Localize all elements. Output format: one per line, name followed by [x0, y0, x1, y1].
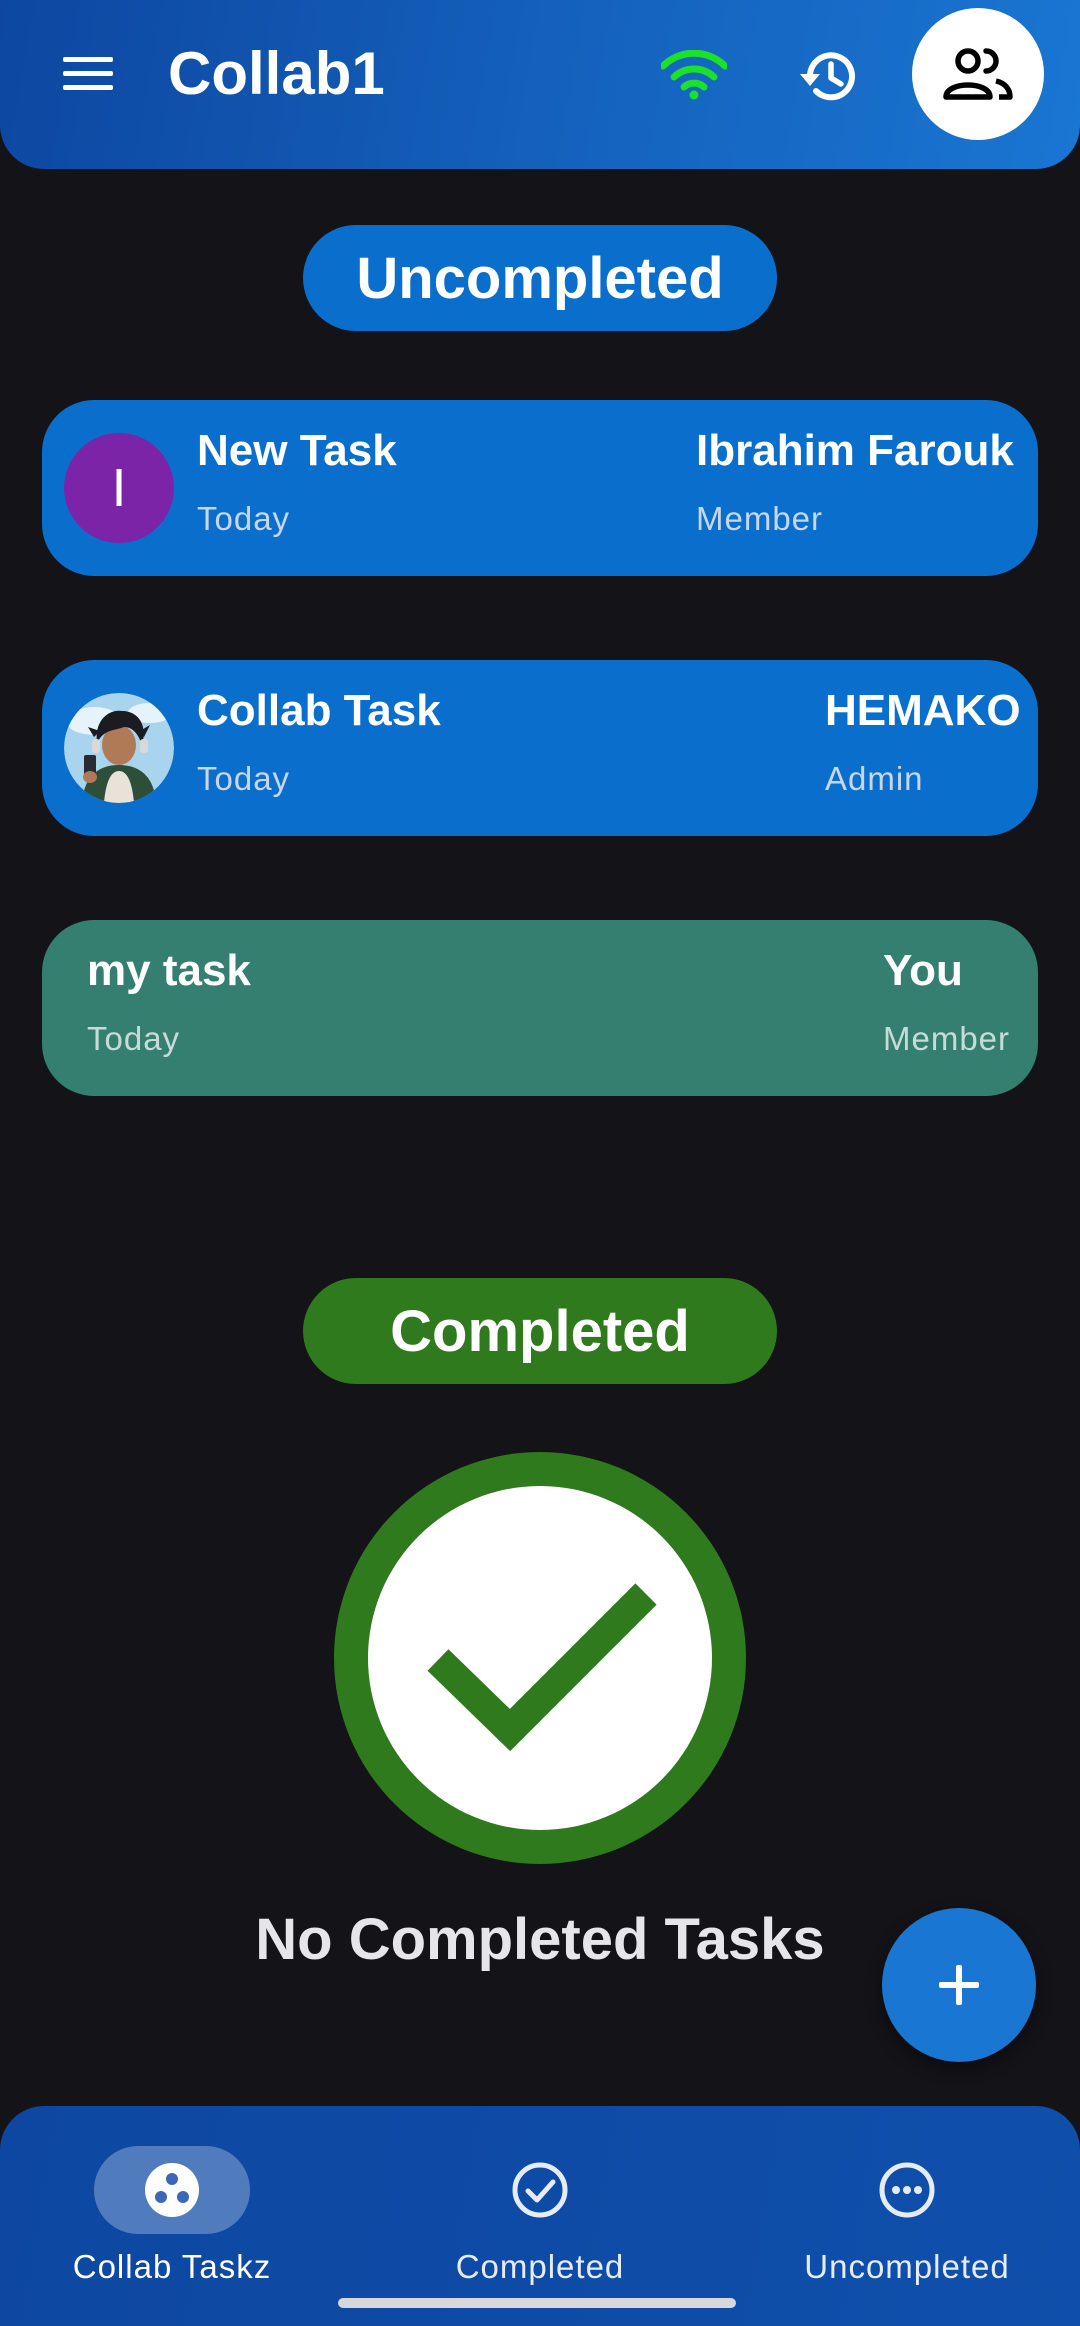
task-date: Today	[87, 1020, 181, 1057]
menu-icon	[63, 57, 113, 90]
top-app-bar: Collab1	[0, 0, 1080, 169]
app-screen: Collab1 Uncompleted I New Task Today Ibr…	[0, 0, 1080, 2326]
task-owner-role: Admin	[825, 760, 924, 797]
task-card-my-task[interactable]: my task Today You Member	[42, 920, 1038, 1096]
nav-label: Completed	[455, 2248, 625, 2285]
add-task-button[interactable]	[882, 1908, 1036, 2062]
history-icon	[800, 52, 855, 101]
more-horizontal-circle-icon	[879, 2162, 935, 2218]
task-title: New Task	[197, 426, 397, 475]
task-owner-role: Member	[696, 500, 824, 537]
avatar	[64, 693, 174, 803]
task-title: Collab Task	[197, 686, 441, 735]
task-date: Today	[197, 760, 291, 797]
menu-button[interactable]	[40, 38, 136, 110]
check-circle-outline-icon	[512, 2162, 568, 2218]
bottom-navigation: Collab Taskz Completed Uncompleted	[0, 2106, 1080, 2326]
check-circle-icon	[334, 1452, 746, 1864]
nav-item-uncompleted[interactable]: Uncompleted	[737, 2136, 1077, 2296]
avatar-letter: I	[111, 458, 127, 518]
task-owner: HEMAKO	[825, 686, 1021, 735]
members-button[interactable]	[912, 8, 1044, 140]
task-card-new-task[interactable]: I New Task Today Ibrahim Farouk Member	[42, 400, 1038, 576]
history-button[interactable]	[788, 38, 868, 114]
plus-icon	[939, 1965, 979, 2005]
wifi-status-button[interactable]	[654, 40, 734, 110]
task-title: my task	[87, 946, 251, 995]
nav-label: Uncompleted	[804, 2248, 1010, 2285]
nav-label: Collab Taskz	[72, 2248, 272, 2285]
group-icon	[943, 48, 1013, 100]
home-indicator[interactable]	[338, 2298, 736, 2308]
page-title: Collab1	[168, 40, 385, 107]
task-owner: Ibrahim Farouk	[696, 426, 1014, 475]
user-photo-avatar	[64, 693, 174, 803]
task-date: Today	[197, 500, 291, 537]
uncompleted-section-header: Uncompleted	[303, 225, 777, 331]
wifi-icon	[661, 50, 727, 100]
completed-section-header: Completed	[303, 1278, 777, 1384]
task-card-collab-task[interactable]: Collab Task Today HEMAKO Admin	[42, 660, 1038, 836]
task-owner: You	[883, 946, 963, 995]
nav-item-completed[interactable]: Completed	[370, 2136, 710, 2296]
task-owner-role: Member	[883, 1020, 1011, 1057]
checkmark-icon	[427, 1583, 657, 1752]
avatar: I	[64, 433, 174, 543]
collab-dots-icon	[145, 2163, 199, 2217]
nav-item-collab-taskz[interactable]: Collab Taskz	[2, 2136, 342, 2296]
